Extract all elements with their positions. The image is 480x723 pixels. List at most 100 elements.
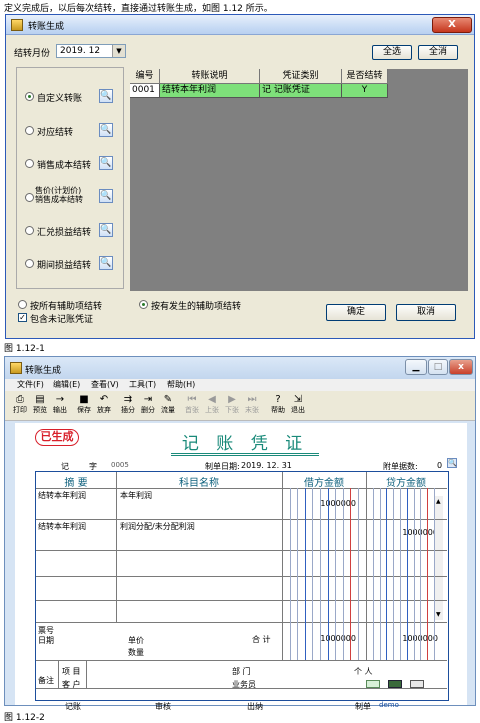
grid-line — [434, 488, 435, 660]
attach-value[interactable]: 0 — [437, 461, 442, 470]
grid-line — [297, 488, 299, 660]
search-icon[interactable]: 🔍 — [99, 123, 113, 137]
minimize-button[interactable]: ▁ — [405, 359, 427, 375]
card-icon[interactable] — [388, 680, 402, 688]
option-radio[interactable] — [25, 92, 34, 101]
row2-account[interactable]: 利润分配/未分配利润 — [120, 521, 195, 532]
search-icon[interactable]: 🔍 — [99, 189, 113, 203]
grid-line — [36, 576, 447, 577]
title-underline — [171, 453, 319, 454]
department-label: 部 门 — [232, 667, 251, 676]
option-planned-price-line2: 销售成本结转 — [35, 195, 83, 204]
option-planned-price-label: 售价(计划价) 销售成本结转 — [35, 186, 83, 204]
grid-cell-desc[interactable]: 结转本年利润 — [160, 84, 260, 98]
total-label: 合 计 — [252, 635, 271, 644]
toolbar-button-11[interactable]: ⏭ 末张 — [241, 393, 263, 419]
toolbar-button-4[interactable]: ↶ 放弃 — [93, 393, 115, 419]
grid-header-desc: 转账说明 — [160, 69, 260, 84]
voucher-title: 记 账 凭 证 — [181, 434, 309, 454]
include-unposted-checkbox[interactable]: ✓ — [18, 313, 27, 322]
radio-all-aux-label: 按所有辅助项结转 — [30, 302, 103, 312]
grid-line — [400, 488, 401, 660]
window-title: 转账生成 — [25, 366, 62, 376]
grid-cell-code[interactable]: 0001 — [130, 84, 160, 98]
deselect-all-button[interactable]: 全消 — [418, 45, 458, 60]
ok-button[interactable]: 确定 — [326, 304, 386, 321]
grid-line — [335, 488, 337, 660]
grid-line — [320, 488, 321, 660]
grid-line — [304, 488, 306, 660]
grid-cell-type[interactable]: 记 记账凭证 — [260, 84, 342, 98]
header-summary: 摘 要 — [64, 478, 88, 489]
menu-file[interactable]: 文件(F) — [17, 379, 44, 391]
scroll-up-icon[interactable]: ▲ — [436, 498, 441, 505]
menu-tools[interactable]: 工具(T) — [129, 379, 156, 391]
cancel-button[interactable]: 取消 — [396, 304, 456, 321]
card-icon[interactable] — [366, 680, 380, 688]
grid-line — [393, 488, 395, 660]
grid-line — [282, 472, 283, 660]
preview-icon: ▤ — [35, 394, 45, 405]
toolbar-label: 放弃 — [97, 406, 111, 414]
card-icon[interactable] — [410, 680, 424, 688]
grid-line — [366, 472, 367, 660]
toolbar-button-2[interactable]: → 输出 — [49, 393, 71, 419]
close-button[interactable]: X — [432, 17, 472, 33]
search-icon[interactable]: 🔍 — [99, 89, 113, 103]
search-icon[interactable]: 🔍 — [447, 458, 457, 468]
voucher-number[interactable]: 0005 — [111, 461, 129, 469]
toolbar-button-13[interactable]: ⇲ 退出 — [287, 393, 309, 419]
title-underline — [171, 455, 319, 456]
voucher-table: 摘 要 科目名称 借方金额 贷方金额 结转本年利润 本年利润 1000000 结… — [35, 471, 449, 701]
grid-line — [36, 622, 447, 623]
include-unposted-label: 包含未记账凭证 — [30, 315, 94, 325]
toolbar-label: 末张 — [245, 406, 259, 414]
dialog-title-bar: 转账生成 X — [6, 15, 474, 35]
chevron-down-icon[interactable]: ▼ — [112, 45, 125, 57]
search-icon[interactable]: 🔍 — [99, 256, 113, 270]
sign-audit: 审核 — [155, 702, 171, 711]
flow-icon: ✎ — [163, 394, 173, 405]
caption-figure-1: 图 1.12-1 — [4, 344, 45, 354]
month-select[interactable]: 2019. 12 ▼ — [56, 44, 126, 58]
maximize-button[interactable]: □ — [428, 359, 448, 375]
grid-header-type: 凭证类别 — [260, 69, 342, 84]
prev-icon: ◀ — [208, 394, 216, 405]
quantity-label: 数量 — [128, 648, 144, 657]
option-planned-price-line1: 售价(计划价) — [35, 186, 82, 195]
option-radio[interactable] — [25, 159, 34, 168]
toolbar: ⎙ 打印 ▤ 预览 → 输出 ■ 保存 ↶ 放弃 ⇉ 插分 ⇥ 删分 ✎ 流量 ⏮ 首张 ◀ 上张 ▶ 下张 ⏭ 末张? 帮助 ⇲… — [5, 391, 475, 421]
option-radio[interactable] — [25, 259, 34, 268]
toolbar-button-7[interactable]: ✎ 流量 — [157, 393, 179, 419]
dialog-title: 转账生成 — [28, 22, 65, 32]
search-icon[interactable]: 🔍 — [99, 223, 113, 237]
radio-occurred-aux[interactable] — [139, 300, 148, 309]
date-value[interactable]: 2019. 12. 31 — [241, 461, 292, 470]
transfer-grid: 编号 转账说明 凭证类别 是否结转 0001 结转本年利润 记 记账凭证 Y — [130, 69, 468, 291]
toolbar-label: 输出 — [53, 406, 67, 414]
remarks-label: 备注 — [38, 676, 54, 685]
option-radio[interactable] — [25, 226, 34, 235]
grid-cell-flag[interactable]: Y — [342, 84, 388, 98]
row1-debit[interactable]: 1000000 — [282, 499, 356, 508]
search-icon[interactable]: 🔍 — [99, 156, 113, 170]
vertical-scrollbar[interactable]: ▲ ▼ — [434, 496, 443, 620]
menu-help[interactable]: 帮助(H) — [167, 379, 195, 391]
option-radio[interactable] — [25, 126, 34, 135]
delete-row-icon: ⇥ — [143, 394, 153, 405]
help-icon: ? — [275, 394, 281, 405]
scroll-down-icon[interactable]: ▼ — [436, 611, 441, 618]
option-period-pl-label: 期间损益结转 — [37, 261, 92, 271]
radio-all-aux[interactable] — [18, 300, 27, 309]
row1-account[interactable]: 本年利润 — [120, 490, 152, 501]
select-all-button[interactable]: 全选 — [372, 45, 412, 60]
option-radio[interactable] — [25, 193, 34, 202]
menu-edit[interactable]: 编辑(E) — [53, 379, 80, 391]
close-button[interactable]: x — [449, 359, 473, 375]
row1-summary[interactable]: 结转本年利润 — [38, 490, 86, 501]
menu-view[interactable]: 查看(V) — [91, 379, 119, 391]
row2-summary[interactable]: 结转本年利润 — [38, 521, 86, 532]
option-sales-cost-label: 销售成本结转 — [37, 161, 92, 171]
grid-line — [86, 660, 87, 688]
grid-line — [372, 488, 374, 660]
